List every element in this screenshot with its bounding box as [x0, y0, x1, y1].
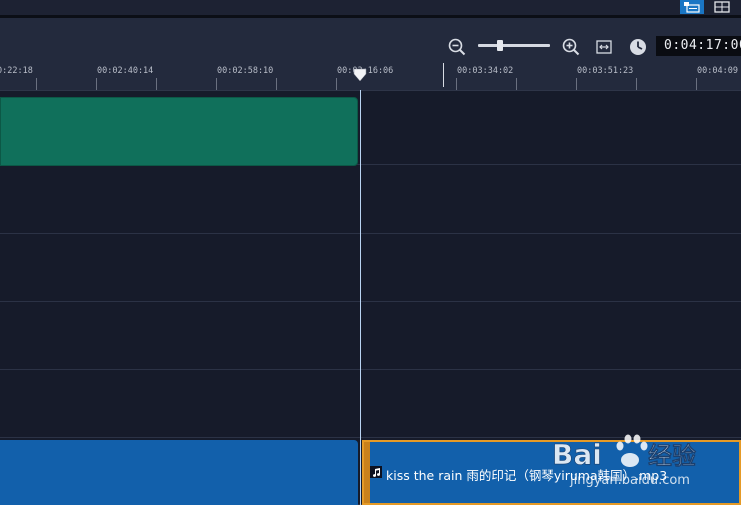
ruler-label: 00:02:58:10 [217, 66, 274, 76]
overlay-track-3[interactable] [0, 303, 741, 370]
ruler-tick [336, 78, 337, 90]
ruler-tick [276, 78, 277, 90]
ruler-tick [516, 78, 517, 90]
ruler-cursor-line [443, 63, 444, 87]
zoom-in-button[interactable] [560, 36, 582, 58]
ruler-tick [96, 78, 97, 90]
ruler-label: 00:03:51:23 [577, 66, 634, 76]
playhead-handle-icon[interactable] [353, 68, 367, 82]
ruler-tick [156, 78, 157, 90]
zoom-in-icon [562, 38, 580, 56]
storyboard-view-icon [684, 2, 700, 13]
ruler-tick [576, 78, 577, 90]
ruler-tick [636, 78, 637, 90]
fit-to-window-button[interactable] [593, 36, 615, 58]
ruler-tick [696, 78, 697, 90]
timeline-view-button[interactable] [710, 0, 734, 14]
paw-icon [616, 434, 648, 467]
clock-button[interactable] [627, 36, 649, 58]
storyboard-view-button[interactable] [680, 0, 704, 14]
ruler-tick [36, 78, 37, 90]
ruler-tick [456, 78, 457, 90]
ruler-label: 00:02:40:14 [97, 66, 154, 76]
ruler-label: 00:04:09 [697, 66, 738, 76]
video-clip[interactable] [0, 97, 358, 166]
overlay-track-1[interactable] [0, 167, 741, 234]
watermark-brand: Bai [552, 438, 602, 471]
playhead-line[interactable] [360, 90, 361, 505]
watermark-url: jingyan.baidu.com [569, 473, 690, 488]
watermark-brand-suffix: 经验 [648, 442, 696, 470]
window-top-bar [0, 0, 741, 15]
zoom-out-button[interactable] [446, 36, 468, 58]
ruler-label: 0:22:18 [0, 66, 33, 76]
zoom-slider-thumb[interactable] [496, 40, 503, 51]
time-ruler[interactable]: 0:22:18 00:02:40:14 00:02:58:10 00:03:16… [0, 63, 741, 91]
audio-clip-previous[interactable] [0, 440, 358, 505]
clock-icon [630, 39, 646, 55]
ruler-tick [216, 78, 217, 90]
baidu-jingyan-watermark: Bai 经验 jingyan.baidu.com [552, 434, 696, 488]
fit-to-window-icon [596, 40, 612, 54]
timecode-display[interactable]: 0:04:17:00 [656, 36, 741, 56]
music-note-icon [370, 466, 382, 478]
overlay-track-2[interactable] [0, 235, 741, 302]
ruler-label: 00:03:34:02 [457, 66, 514, 76]
timeline-view-icon [714, 1, 730, 13]
zoom-out-icon [448, 38, 466, 56]
zoom-slider-track[interactable] [478, 44, 550, 47]
